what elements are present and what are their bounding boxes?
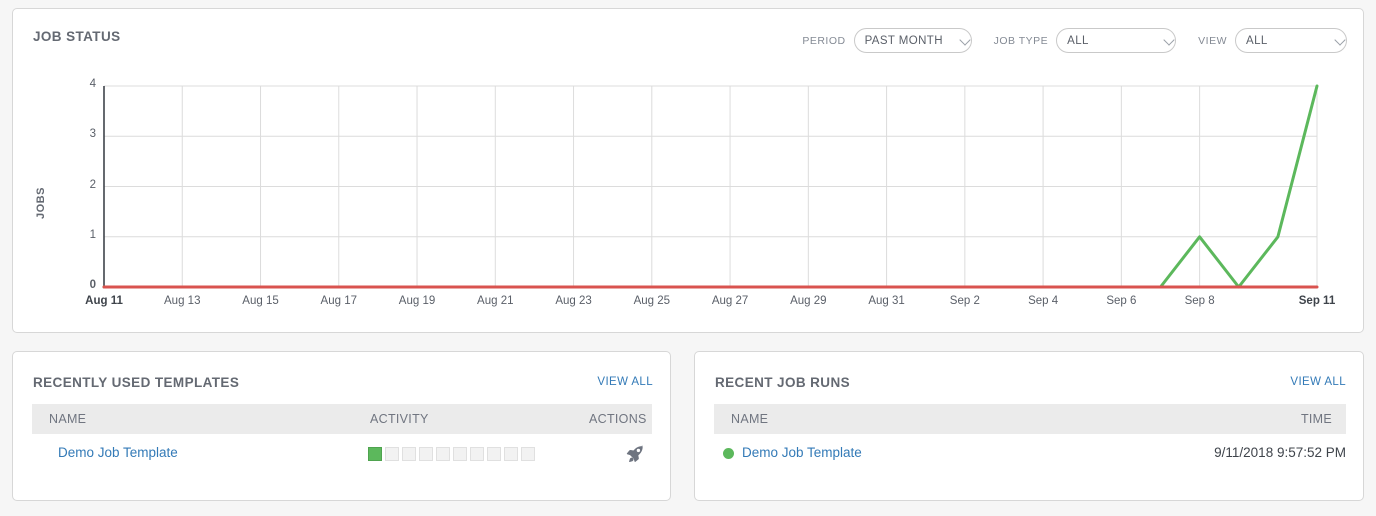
template-name-link[interactable]: Demo Job Template: [58, 445, 178, 460]
templates-table-header: NAME ACTIVITY ACTIONS: [32, 404, 652, 434]
view-label: VIEW: [1198, 34, 1227, 47]
x-tick-label: Sep 4: [1028, 295, 1059, 307]
job-run-time: 9/11/2018 9:57:52 PM: [1214, 445, 1346, 460]
activity-square: [419, 447, 433, 461]
y-tick-label: 4: [89, 78, 96, 90]
x-tick-label: Sep 8: [1184, 295, 1215, 307]
x-tick-label: Aug 11: [85, 295, 123, 307]
x-tick-label: Sep 2: [949, 295, 980, 307]
x-tick-label: Aug 19: [398, 295, 436, 307]
y-tick-label: 1: [89, 228, 96, 241]
activity-square: [470, 447, 484, 461]
status-badge: [723, 448, 734, 459]
chevron-down-icon: [949, 36, 961, 45]
activity-square: [453, 447, 467, 461]
jobruns-title: RECENT JOB RUNS: [715, 375, 851, 390]
activity-square: [487, 447, 501, 461]
recently-used-templates-panel: RECENTLY USED TEMPLATES VIEW ALL NAME AC…: [12, 351, 671, 501]
view-control: VIEW ALL: [1198, 28, 1347, 53]
period-value: PAST MONTH: [864, 34, 943, 47]
templates-view-all-link[interactable]: VIEW ALL: [597, 376, 653, 388]
chart-gridlines: [103, 85, 1318, 288]
view-select[interactable]: ALL: [1235, 28, 1347, 53]
activity-square: [385, 447, 399, 461]
x-tick-label: Sep 6: [1106, 295, 1137, 307]
chevron-down-icon: [1324, 36, 1336, 45]
x-tick-label: Aug 21: [477, 295, 514, 307]
jobtype-select[interactable]: ALL: [1056, 28, 1177, 53]
page-title: JOB STATUS: [33, 29, 121, 44]
period-control: PERIOD PAST MONTH: [802, 28, 972, 53]
x-tick-label: Aug 17: [320, 295, 357, 307]
y-tick-label: 0: [89, 279, 96, 291]
x-tick-label: Sep 11: [1298, 295, 1336, 307]
jobruns-col-name: NAME: [731, 412, 769, 426]
jobruns-view-all-link[interactable]: VIEW ALL: [1290, 376, 1346, 388]
chevron-down-icon: [1153, 36, 1165, 45]
activity-strip: [368, 447, 538, 461]
x-tick-label: Aug 31: [868, 295, 905, 307]
jobruns-table-header: NAME TIME: [714, 404, 1346, 434]
jobtype-label: JOB TYPE: [993, 34, 1049, 47]
y-tick-label: 2: [89, 178, 96, 191]
chart-plot: [102, 84, 1319, 289]
period-select[interactable]: PAST MONTH: [853, 28, 972, 53]
dashboard-page: JOB STATUS PERIOD PAST MONTH JOB TYPE AL…: [0, 0, 1376, 516]
activity-square: [521, 447, 535, 461]
x-tick-label: Aug 23: [555, 295, 592, 307]
activity-square: [402, 447, 416, 461]
jobtype-value: ALL: [1067, 34, 1089, 47]
y-tick-label: 3: [89, 128, 96, 141]
templates-col-name: NAME: [49, 412, 87, 426]
job-run-name-link[interactable]: Demo Job Template: [742, 445, 862, 460]
view-value: ALL: [1246, 34, 1268, 47]
recent-job-runs-panel: RECENT JOB RUNS VIEW ALL NAME TIME Demo …: [694, 351, 1364, 501]
period-label: PERIOD: [802, 34, 846, 47]
x-tick-label: Aug 15: [242, 295, 279, 307]
x-tick-label: Aug 27: [711, 295, 749, 307]
templates-col-actions: ACTIONS: [589, 412, 647, 426]
templates-title: RECENTLY USED TEMPLATES: [33, 375, 240, 390]
chart-controls: PERIOD PAST MONTH JOB TYPE ALL VIEW ALL: [802, 28, 1347, 53]
job-status-chart: JOBS TIME 01234 Aug 11Aug 13Aug 15Aug 17…: [13, 64, 1365, 378]
templates-col-activity: ACTIVITY: [370, 412, 429, 426]
x-tick-label: Aug 25: [633, 295, 671, 307]
rocket-icon[interactable]: [624, 443, 646, 470]
job-status-panel: JOB STATUS PERIOD PAST MONTH JOB TYPE AL…: [12, 8, 1365, 378]
activity-square: [504, 447, 518, 461]
activity-square: [436, 447, 450, 461]
jobruns-col-time: TIME: [1300, 412, 1332, 426]
activity-square: [368, 447, 382, 461]
x-tick-label: Aug 13: [164, 295, 201, 307]
x-tick-label: Aug 29: [790, 295, 827, 307]
jobtype-control: JOB TYPE ALL: [994, 28, 1177, 53]
